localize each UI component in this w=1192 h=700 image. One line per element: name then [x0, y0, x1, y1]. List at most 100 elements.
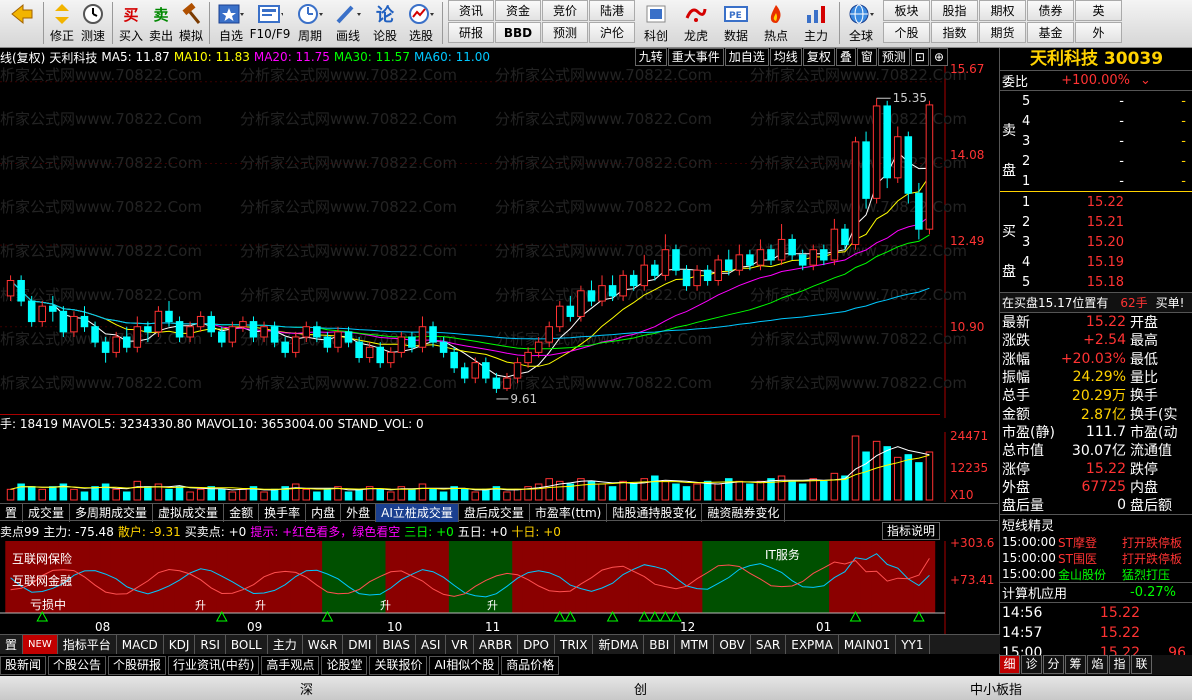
sell-button[interactable]: 卖 卖出 [146, 0, 176, 46]
chevron-down-icon[interactable]: ⌄ [1140, 73, 1151, 88]
grid-index-futures[interactable]: 股指 [931, 0, 978, 21]
news-tab[interactable]: 论股堂 [321, 655, 368, 675]
news-tab[interactable]: 个股公告 [48, 655, 107, 675]
dragon-tiger-button[interactable]: 龙虎 [676, 0, 716, 46]
volume-chart[interactable] [0, 432, 998, 502]
data-button[interactable]: PE 数据 [716, 0, 756, 46]
grid-index[interactable]: 指数 [931, 22, 978, 43]
grid-options[interactable]: 期权 [979, 0, 1026, 21]
news-tab[interactable]: AI相似个股 [429, 655, 500, 675]
simulate-button[interactable]: 模拟 [176, 0, 206, 46]
grid-funds[interactable]: 资金 [495, 0, 541, 21]
volume-tab[interactable]: 内盘 [306, 504, 342, 522]
candlestick-chart[interactable]: 分析家公式网www.70822.Com 分析家公式网www.70822.Com 分析… [0, 66, 998, 418]
news-tab[interactable]: 商品价格 [501, 655, 560, 675]
sector-row[interactable]: 计算机应用 -0.27% [1000, 582, 1192, 602]
indicator-tab[interactable]: SAR [751, 635, 787, 654]
news-tab[interactable]: 行业资讯(中药) [168, 655, 260, 675]
indicator-tab[interactable]: W&R [303, 635, 344, 654]
indicator-tab[interactable]: KDJ [164, 635, 196, 654]
indicator-tab[interactable]: 新DMA [593, 635, 645, 654]
indicator-tab[interactable]: OBV [714, 635, 751, 654]
grid-auction[interactable]: 竞价 [542, 0, 588, 21]
volume-tab[interactable]: 金额 [224, 504, 260, 522]
panel-tab[interactable]: 细 [999, 655, 1020, 674]
panel-tab[interactable]: 诊 [1021, 655, 1042, 674]
order-book-row[interactable]: 3 15.20 [1000, 232, 1192, 252]
indicator-help-button[interactable]: 指标说明 [882, 522, 941, 540]
indicator-tab[interactable]: NEW [23, 635, 58, 654]
grid-bonds[interactable]: 债券 [1027, 0, 1074, 21]
volume-tab[interactable]: AI立桩成交量 [376, 504, 459, 522]
order-book-row[interactable]: 5 - - [1000, 91, 1192, 111]
tool-major-events[interactable]: 重大事件 [667, 48, 724, 66]
indicator-tab[interactable]: MAIN01 [839, 635, 897, 654]
grid-hk-connect[interactable]: 陆港 [589, 0, 635, 21]
order-book-row[interactable]: 5 15.18 [1000, 272, 1192, 292]
order-book-row[interactable]: 1-- [1000, 171, 1192, 191]
buy-button[interactable]: 买 买入 [116, 0, 146, 46]
news-tab[interactable]: 关联报价 [369, 655, 428, 675]
indicator-tab[interactable]: 指标平台 [58, 635, 117, 654]
grid-news[interactable]: 资讯 [448, 0, 494, 21]
indicator-chart[interactable]: 互联网保险互联网金融 IT服务亏损中 升 升 升 升 08 09 10 11 12 01 [0, 541, 998, 634]
grid-stocks[interactable]: 个股 [883, 22, 930, 43]
volume-tab[interactable]: 成交量 [23, 504, 71, 522]
panel-tab[interactable]: 联 [1131, 655, 1152, 674]
period-button[interactable]: 周期 [291, 0, 329, 46]
tool-nine-turn[interactable]: 九转 [634, 48, 667, 66]
tool-lock-icon[interactable]: ⊡ [910, 48, 929, 66]
tool-ma[interactable]: 均线 [769, 48, 802, 66]
panel-tab[interactable]: 指 [1109, 655, 1130, 674]
news-tab[interactable]: 个股研报 [108, 655, 167, 675]
volume-tab[interactable]: 盘后成交量 [459, 504, 530, 522]
indicator-tab[interactable]: TRIX [555, 635, 594, 654]
volume-tab[interactable]: 虚拟成交量 [153, 504, 225, 522]
sprite-item[interactable]: 15:00:00 ST围医 打开跌停板 [1000, 550, 1192, 566]
grid-funds-list[interactable]: 基金 [1027, 22, 1074, 43]
volume-tab[interactable]: 多周期成交量 [70, 504, 154, 522]
indicator-tab[interactable]: BIAS [377, 635, 417, 654]
volume-tab[interactable]: 置 [0, 504, 24, 522]
indicator-tab[interactable]: 主力 [268, 635, 303, 654]
stock-picker-button[interactable]: 选股 [403, 0, 439, 46]
grid-sector[interactable]: 板块 [883, 0, 930, 21]
order-book-row[interactable]: 2 15.21 [1000, 212, 1192, 232]
indicator-tab[interactable]: RSI [195, 635, 226, 654]
watchlist-button[interactable]: 自选 [213, 0, 249, 46]
grid-shanghai-london[interactable]: 沪伦 [589, 22, 635, 43]
grid-bbd[interactable]: BBD [495, 22, 541, 43]
indicator-tab[interactable]: MTM [675, 635, 715, 654]
grid-futures[interactable]: 期货 [979, 22, 1026, 43]
indicator-tab[interactable]: MACD [117, 635, 164, 654]
order-book-row[interactable]: 3-- [1000, 131, 1192, 151]
tool-extra-icon[interactable]: ⊕ [929, 48, 948, 66]
inbuy-button[interactable]: 买单! [1156, 294, 1185, 311]
speed-test-button[interactable]: 测速 [77, 0, 109, 46]
main-force-button[interactable]: 主力 [796, 0, 836, 46]
hot-button[interactable]: 热点 [756, 0, 796, 46]
indicator-tab[interactable]: ASI [416, 635, 447, 654]
news-tab[interactable]: 股新闻 [0, 655, 47, 675]
order-book-row[interactable]: 4-- [1000, 111, 1192, 131]
panel-tab[interactable]: 筹 [1065, 655, 1086, 674]
volume-tab[interactable]: 陆股通持股变化 [607, 504, 703, 522]
status-chuangye[interactable]: 创 [634, 679, 647, 698]
indicator-tab[interactable]: EXPMA [786, 635, 839, 654]
grid-research[interactable]: 研报 [448, 22, 494, 43]
tool-window[interactable]: 窗 [856, 48, 877, 66]
volume-tab[interactable]: 换手率 [259, 504, 307, 522]
indicator-tab[interactable]: VR [446, 635, 474, 654]
sprite-item[interactable]: 15:00:00 金山股份 猛烈打压 [1000, 566, 1192, 582]
tool-adjust[interactable]: 复权 [802, 48, 835, 66]
tool-forecast[interactable]: 预测 [877, 48, 910, 66]
f10-button[interactable]: F10/F9 [249, 0, 291, 46]
tool-add-watch[interactable]: 加自选 [724, 48, 769, 66]
indicator-tab[interactable]: BBI [644, 635, 676, 654]
draw-line-button[interactable]: 画线 [329, 0, 367, 46]
back-button[interactable] [4, 0, 40, 46]
status-sme-index[interactable]: 中小板指 [970, 679, 1022, 698]
panel-tab[interactable]: 焰 [1087, 655, 1108, 674]
indicator-tab[interactable]: 置 [0, 635, 24, 654]
news-tab[interactable]: 高手观点 [261, 655, 320, 675]
